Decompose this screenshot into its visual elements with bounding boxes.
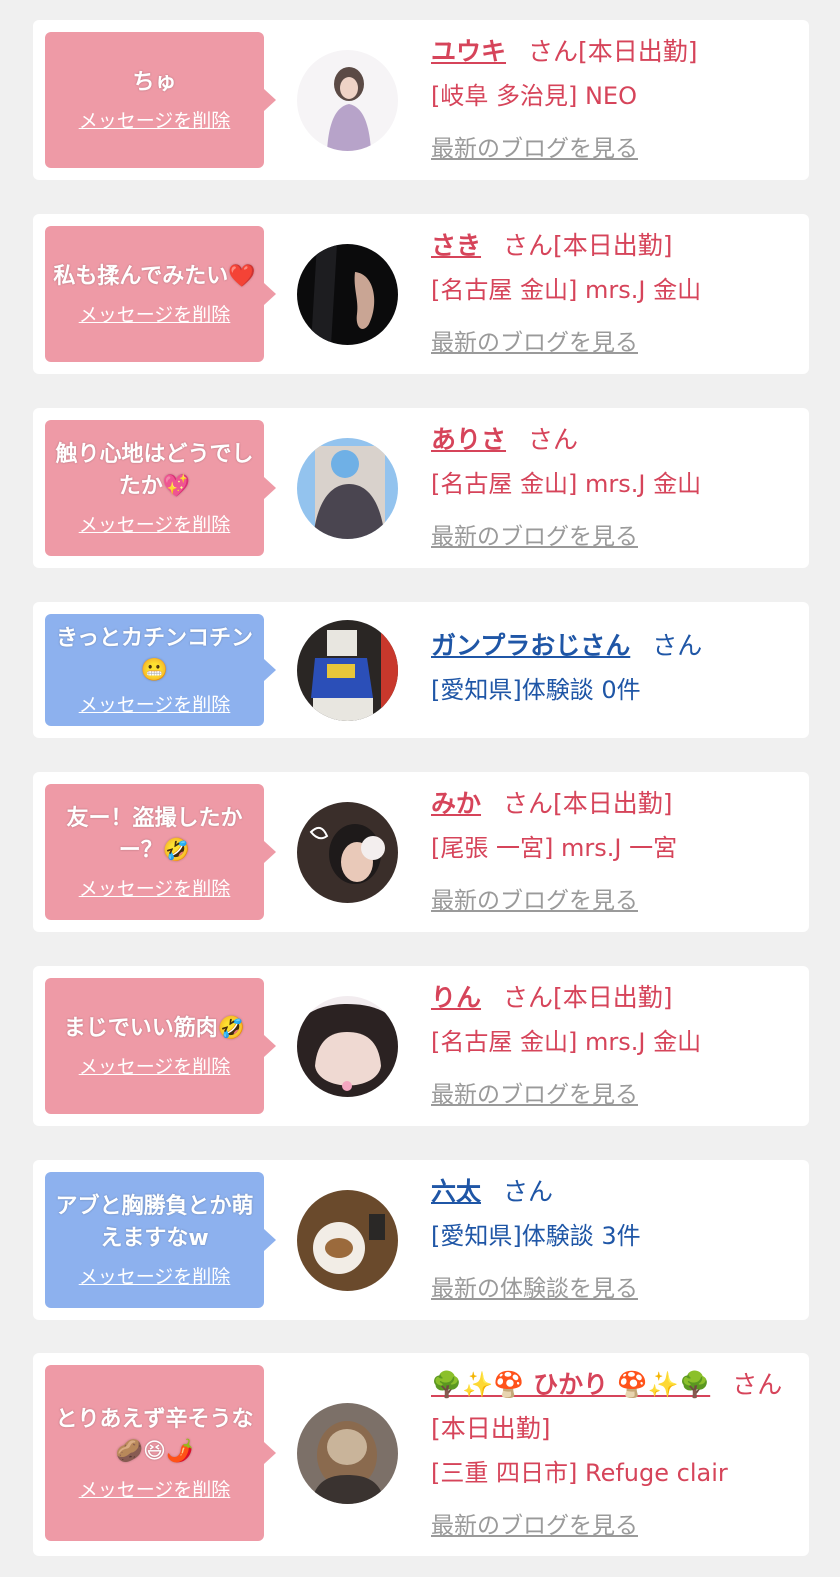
sender-suffix: さん: [652, 631, 703, 660]
sender-name-link[interactable]: 六太: [431, 1177, 481, 1206]
sender-shop: [岐阜 多治見] NEO: [431, 82, 637, 110]
sender-review-count: [愛知県]体験談 0件: [431, 676, 641, 704]
sender-suffix: さん[本日出勤]: [503, 983, 673, 1012]
message-card: まじでいい筋肉🤣 メッセージを削除 りん さん[本日出勤] [名古屋 金山] mr…: [33, 966, 809, 1126]
avatar[interactable]: [297, 802, 398, 903]
message-list: ちゅ メッセージを削除 ユウキ さん[本日出勤] [岐阜 多治見] NEO 最新の…: [0, 0, 840, 1577]
sender-shop: [尾張 一宮] mrs.J 一宮: [431, 834, 678, 862]
message-card: きっとカチンコチン😬 メッセージを削除 ガンプラおじさん さん [愛知県]体験談 …: [33, 602, 809, 738]
latest-blog-link[interactable]: 最新のブログを見る: [431, 1501, 638, 1551]
latest-review-link[interactable]: 最新の体験談を見る: [431, 1264, 638, 1314]
delete-message-link[interactable]: メッセージを削除: [79, 303, 231, 327]
message-bubble: 私も揉んでみたい❤️ メッセージを削除: [45, 226, 276, 362]
message-card: 私も揉んでみたい❤️ メッセージを削除 さき さん[本日出勤] [名古屋 金山] …: [33, 214, 809, 374]
delete-message-link[interactable]: メッセージを削除: [79, 877, 231, 901]
sender-name-link[interactable]: さき: [431, 231, 481, 260]
message-bubble: まじでいい筋肉🤣 メッセージを削除: [45, 978, 276, 1114]
sender-suffix: さん: [528, 425, 579, 454]
latest-blog-link[interactable]: 最新のブログを見る: [431, 1070, 638, 1120]
latest-blog-link[interactable]: 最新のブログを見る: [431, 876, 638, 926]
sender-suffix: さん[本日出勤]: [503, 789, 673, 818]
sender-shop: [名古屋 金山] mrs.J 金山: [431, 1028, 702, 1056]
sender-suffix: さん[本日出勤]: [503, 231, 673, 260]
message-bubble: ちゅ メッセージを削除: [45, 32, 276, 168]
sender-shop: [名古屋 金山] mrs.J 金山: [431, 470, 702, 498]
delete-message-link[interactable]: メッセージを削除: [79, 1055, 231, 1079]
message-card: とりあえず辛そうな🥔😆🌶️ メッセージを削除 🌳✨🍄 ひかり 🍄✨🌳 さん[本日出…: [33, 1353, 809, 1556]
message-bubble: 友ー！盗撮したかー？🤣 メッセージを削除: [45, 784, 276, 920]
sender-name-link[interactable]: ガンプラおじさん: [431, 631, 630, 660]
sender-name-link[interactable]: 🌳✨🍄 ひかり 🍄✨🌳: [431, 1370, 710, 1399]
message-text: ちゅ: [132, 70, 177, 95]
message-bubble: きっとカチンコチン😬 メッセージを削除: [45, 614, 276, 726]
message-card: アブと胸勝負とか萌えますなw メッセージを削除 六太 さん [愛知県]体験談 3件…: [33, 1160, 809, 1320]
avatar[interactable]: [297, 996, 398, 1097]
message-text: 私も揉んでみたい❤️: [53, 264, 256, 289]
avatar[interactable]: [297, 50, 398, 151]
sender-name-link[interactable]: りん: [431, 983, 481, 1012]
message-bubble: アブと胸勝負とか萌えますなw メッセージを削除: [45, 1172, 276, 1308]
avatar[interactable]: [297, 1190, 398, 1291]
sender-suffix: さん: [503, 1177, 554, 1206]
latest-blog-link[interactable]: 最新のブログを見る: [431, 124, 638, 174]
delete-message-link[interactable]: メッセージを削除: [79, 1478, 231, 1502]
message-card: 友ー！盗撮したかー？🤣 メッセージを削除 みか さん[本日出勤] [尾張 一宮] …: [33, 772, 809, 932]
message-card: 触り心地はどうでしたか💖 メッセージを削除 ありさ さん [名古屋 金山] mrs…: [33, 408, 809, 568]
message-text: まじでいい筋肉🤣: [63, 1016, 246, 1041]
delete-message-link[interactable]: メッセージを削除: [79, 513, 231, 537]
avatar[interactable]: [297, 1403, 398, 1504]
message-text: きっとカチンコチン😬: [55, 626, 254, 683]
avatar[interactable]: [297, 620, 398, 721]
message-text: とりあえず辛そうな🥔😆🌶️: [55, 1407, 254, 1464]
message-bubble: 触り心地はどうでしたか💖 メッセージを削除: [45, 420, 276, 556]
delete-message-link[interactable]: メッセージを削除: [79, 1265, 231, 1289]
sender-review-count: [愛知県]体験談 3件: [431, 1222, 641, 1250]
avatar[interactable]: [297, 244, 398, 345]
message-text: 友ー！盗撮したかー？🤣: [66, 806, 243, 863]
sender-name-link[interactable]: ユウキ: [431, 37, 506, 66]
sender-shop: [名古屋 金山] mrs.J 金山: [431, 276, 702, 304]
sender-name-link[interactable]: みか: [431, 789, 481, 818]
message-card: ちゅ メッセージを削除 ユウキ さん[本日出勤] [岐阜 多治見] NEO 最新の…: [33, 20, 809, 180]
sender-suffix: さん[本日出勤]: [528, 37, 698, 66]
sender-shop: [三重 四日市] Refuge clair: [431, 1459, 728, 1487]
delete-message-link[interactable]: メッセージを削除: [79, 693, 231, 717]
message-text: 触り心地はどうでしたか💖: [55, 442, 254, 499]
message-text: アブと胸勝負とか萌えますなw: [55, 1194, 254, 1251]
latest-blog-link[interactable]: 最新のブログを見る: [431, 318, 638, 368]
latest-blog-link[interactable]: 最新のブログを見る: [431, 512, 638, 562]
avatar[interactable]: [297, 438, 398, 539]
sender-name-link[interactable]: ありさ: [431, 425, 506, 454]
message-bubble: とりあえず辛そうな🥔😆🌶️ メッセージを削除: [45, 1365, 276, 1541]
delete-message-link[interactable]: メッセージを削除: [79, 109, 231, 133]
